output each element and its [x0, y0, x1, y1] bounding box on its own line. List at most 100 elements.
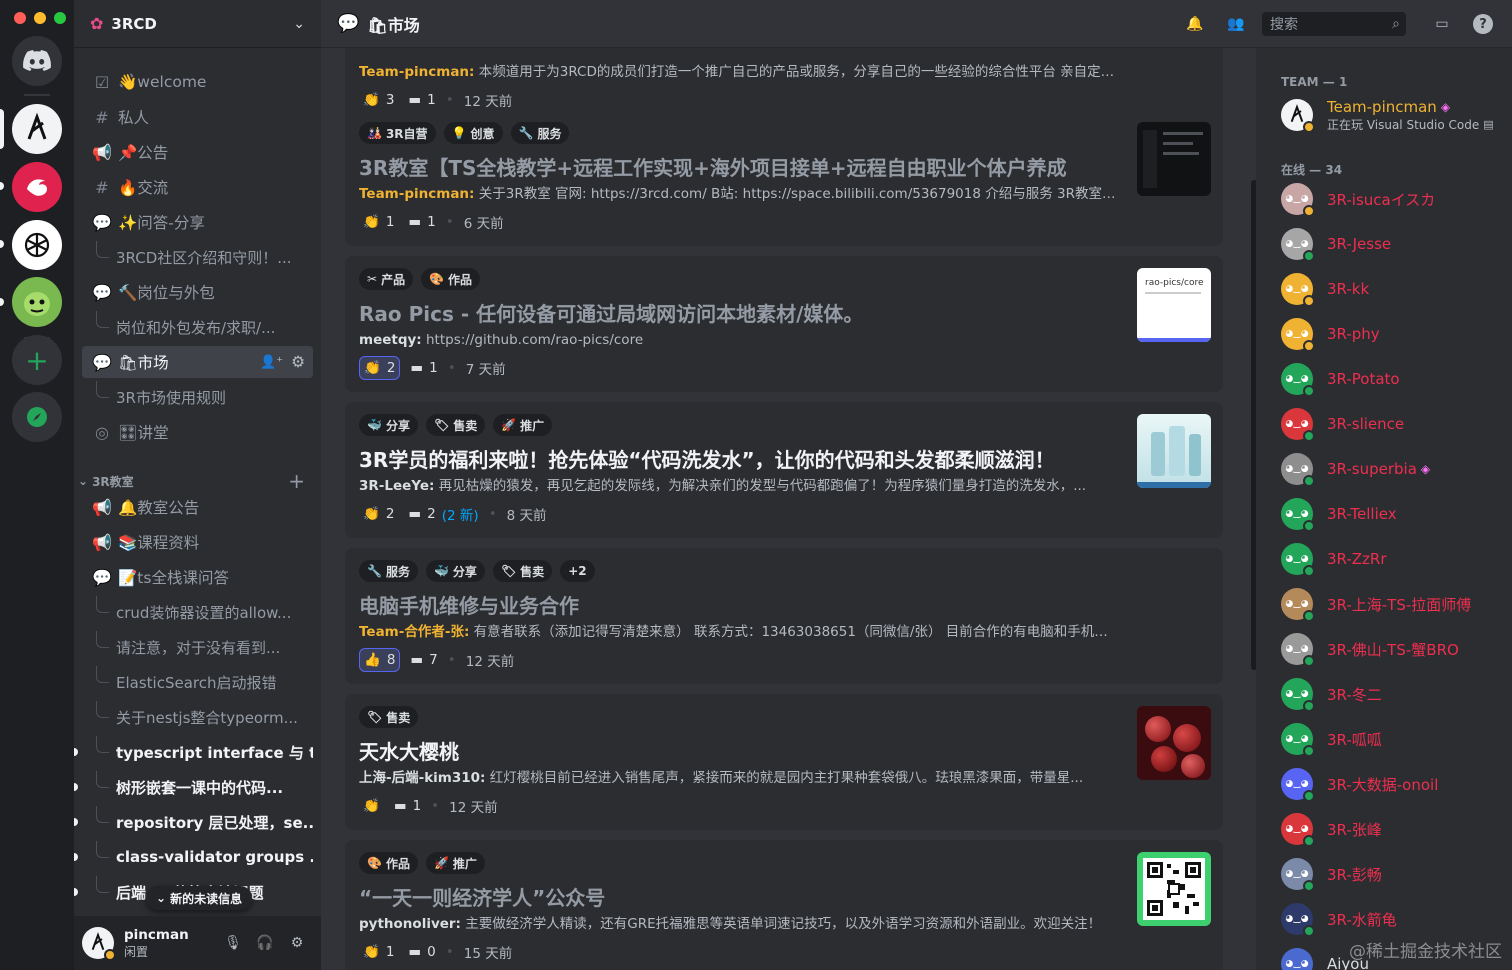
tag-icon: 🏷 [367, 710, 383, 724]
channel-announcements[interactable]: 📢 📌公告 [82, 136, 313, 168]
user-settings-button[interactable]: ⚙ [281, 927, 313, 959]
post-title: Rao Pics - 任何设备可通过局域网访问本地素材/媒体。 [359, 302, 864, 326]
category-3r-classroom[interactable]: ⌄ 3R教室 + [78, 469, 313, 493]
forum-post[interactable]: 🏷 售卖 天水大樱桃 上海-后端-kim310: 红灯樱桃目前已经进入销售尾声，紧… [345, 694, 1223, 830]
reaction-button[interactable]: 👏 1 [359, 210, 398, 234]
member-group-header: TEAM — 1 [1281, 75, 1348, 89]
channel-class-announcements[interactable]: 📢 🔔教室公告 [82, 491, 313, 523]
thread-item[interactable]: ElasticSearch启动报错 [94, 666, 313, 698]
forum-post[interactable]: 🐳 分享 🏷 售卖 🚀 推广 3R学员的福利来啦！抢先体验“代码洗发水”，让你的代码和… [345, 402, 1223, 538]
thread-label: ElasticSearch启动报错 [116, 673, 277, 692]
server-dino[interactable] [12, 277, 62, 327]
tag-label: 售卖 [520, 564, 545, 579]
reaction-button[interactable]: 👏 1 [359, 940, 398, 964]
member-item[interactable]: ◕‿◕ 3R-Potato [1281, 359, 1506, 399]
member-item[interactable]: ◕‿◕ 3R-佛山-TS-蟹BRO [1281, 629, 1506, 669]
notification-button[interactable]: 🔔 [1183, 12, 1207, 36]
channel-private[interactable]: # 私人 [82, 101, 313, 133]
new-unread-button[interactable]: ⌄ 新的未读信息 [146, 886, 253, 910]
microphone-button[interactable]: 🎙 [217, 927, 249, 959]
forum-post[interactable]: 🎎 3R自营 💡 创意 🔧 服务 3R教室【TS全栈教学+远程工作实现+海外项目接单+… [345, 110, 1223, 246]
member-item[interactable]: Team-pincman ◈ 正在玩 Visual Studio Code ▤ [1281, 93, 1506, 137]
member-item[interactable]: ◕‿◕ 3R-彭畅 [1281, 854, 1506, 894]
server-openai[interactable] [12, 220, 62, 270]
avatar[interactable] [82, 927, 116, 961]
member-item[interactable]: ◕‿◕ 3R-slience [1281, 404, 1506, 444]
thread-item[interactable]: 3R市场使用规则 [94, 381, 313, 413]
discord-logo-icon: ◕‿◕ [1285, 509, 1309, 519]
channel-welcome[interactable]: ☑ 👋welcome [82, 66, 313, 98]
search-input[interactable]: 搜索 ⌕ [1262, 12, 1406, 36]
post-tags: 🎎 3R自营 💡 创意 🔧 服务 [359, 122, 1209, 146]
inbox-button[interactable]: ▭ [1430, 12, 1454, 36]
thread-item[interactable]: 关于nestjs整合typeorm... [94, 701, 313, 733]
member-item[interactable]: ◕‿◕ 3R-张峰 [1281, 809, 1506, 849]
member-item[interactable]: ◕‿◕ 3R-Jesse [1281, 224, 1506, 264]
thread-item[interactable]: 请注意，对于没有看到... [94, 631, 313, 663]
member-item[interactable]: ◕‿◕ 3R-ZzRr [1281, 539, 1506, 579]
member-item[interactable]: ◕‿◕ 3R-kk [1281, 269, 1506, 309]
chevron-down-icon: ⌄ [156, 891, 167, 905]
member-name: 3R-彭畅 [1327, 865, 1382, 884]
plus-icon: + [25, 343, 49, 377]
channel-market[interactable]: 💬 🛍市场 👤⁺ ⚙ [82, 346, 313, 378]
discord-logo-icon: ◕‿◕ [1285, 374, 1309, 384]
thread-item[interactable]: 岗位和外包发布/求职/... [94, 311, 313, 343]
thread-label: 关于nestjs整合typeorm... [116, 708, 298, 727]
reaction-button[interactable]: 👏 [359, 794, 384, 818]
tag-label: 服务 [537, 126, 562, 141]
close-window-button[interactable] [14, 12, 26, 24]
explore-servers-button[interactable] [12, 392, 62, 442]
zoom-window-button[interactable] [54, 12, 66, 24]
post-thumbnail [1137, 852, 1211, 926]
reaction-button[interactable]: 👏 3 [359, 88, 398, 112]
member-item[interactable]: ◕‿◕ 3R-Telliex [1281, 494, 1506, 534]
member-item[interactable]: ◕‿◕ 3R-水箭龟 [1281, 899, 1506, 939]
inbox-icon: ▭ [1435, 16, 1449, 32]
member-item[interactable]: ◕‿◕ 3R-上海-TS-拉面师傅 [1281, 584, 1506, 624]
minimize-window-button[interactable] [34, 12, 46, 24]
channel-chat[interactable]: # 🔥交流 [82, 171, 313, 203]
thread-item[interactable]: 树形嵌套一课中的代码... [94, 771, 313, 803]
new-message-count: (2 新) [441, 508, 479, 524]
thread-item[interactable]: crud装饰器设置的allow... [94, 596, 313, 628]
post-preview: Team-合作者-张: 有意者联系（添加记得写清楚来意） 联系方式：134630… [359, 622, 1119, 642]
member-list-button[interactable]: 👥 [1224, 12, 1248, 36]
member-item[interactable]: ◕‿◕ 3R-冬二 [1281, 674, 1506, 714]
thread-item[interactable]: class-validator groups ... [94, 841, 313, 873]
forum-post[interactable]: 🔧 服务 🐳 分享 🏷 售卖 +2 电脑手机维修与业务合作 Team-合作者-张: 有… [345, 548, 1223, 684]
message-count: ▬ 1 [410, 360, 437, 376]
member-item[interactable]: ◕‿◕ 3R-isucaイスカ [1281, 179, 1506, 219]
online-status-icon [1303, 430, 1315, 442]
reaction-button[interactable]: 👍 8 [359, 648, 401, 672]
invite-member-icon[interactable]: 👤⁺ [260, 355, 283, 370]
add-server-button[interactable]: + [12, 335, 62, 385]
forum-post[interactable]: ✂ 产品 🎨 作品 Rao Pics - 任何设备可通过局域网访问本地素材/媒体。 … [345, 256, 1223, 392]
thread-item[interactable]: repository 层已处理，se... [94, 806, 313, 838]
reaction-button[interactable]: 👏 2 [359, 502, 398, 526]
member-item[interactable]: ◕‿◕ 3R-呱呱 [1281, 719, 1506, 759]
thread-item[interactable]: typescript interface 与 t... [94, 736, 313, 768]
post-preview-text: 有意者联系（添加记得写清楚来意） 联系方式：13463038651（同微信/张）… [473, 624, 1119, 640]
server-nest[interactable] [12, 162, 62, 212]
avatar: ◕‿◕ [1281, 453, 1315, 487]
home-button[interactable] [12, 36, 62, 86]
channel-stage[interactable]: ◎ 🎛讲堂 [82, 416, 313, 448]
member-item[interactable]: ◕‿◕ 3R-大数据-onoil [1281, 764, 1506, 804]
channel-ts-qa[interactable]: 💬 📝ts全栈课问答 [82, 561, 313, 593]
help-button[interactable]: ? [1471, 12, 1495, 36]
member-item[interactable]: ◕‿◕ 3R-superbia ◈ [1281, 449, 1506, 489]
forum-post[interactable]: 🎨 作品 🚀 推广 “一天一则经济学人”公众号 pythonoliver: 主要做经… [345, 840, 1223, 970]
guild-header[interactable]: ✿ 3RCD ⌄ [74, 0, 321, 48]
channel-qa[interactable]: 💬 ✨问答-分享 [82, 206, 313, 238]
reaction-button[interactable]: 👏 2 [359, 356, 401, 380]
server-3rcd[interactable] [12, 104, 62, 154]
gear-icon[interactable]: ⚙ [291, 353, 305, 371]
channel-jobs[interactable]: 💬 🔨岗位与外包 [82, 276, 313, 308]
channel-course-materials[interactable]: 📢 📚课程资料 [82, 526, 313, 558]
guild-name: 3RCD [111, 14, 157, 33]
member-item[interactable]: ◕‿◕ 3R-phy [1281, 314, 1506, 354]
thread-item[interactable]: 3RCD社区介绍和守则！... [94, 241, 313, 273]
add-channel-icon[interactable]: + [288, 469, 305, 493]
headphones-button[interactable]: 🎧 [249, 927, 281, 959]
